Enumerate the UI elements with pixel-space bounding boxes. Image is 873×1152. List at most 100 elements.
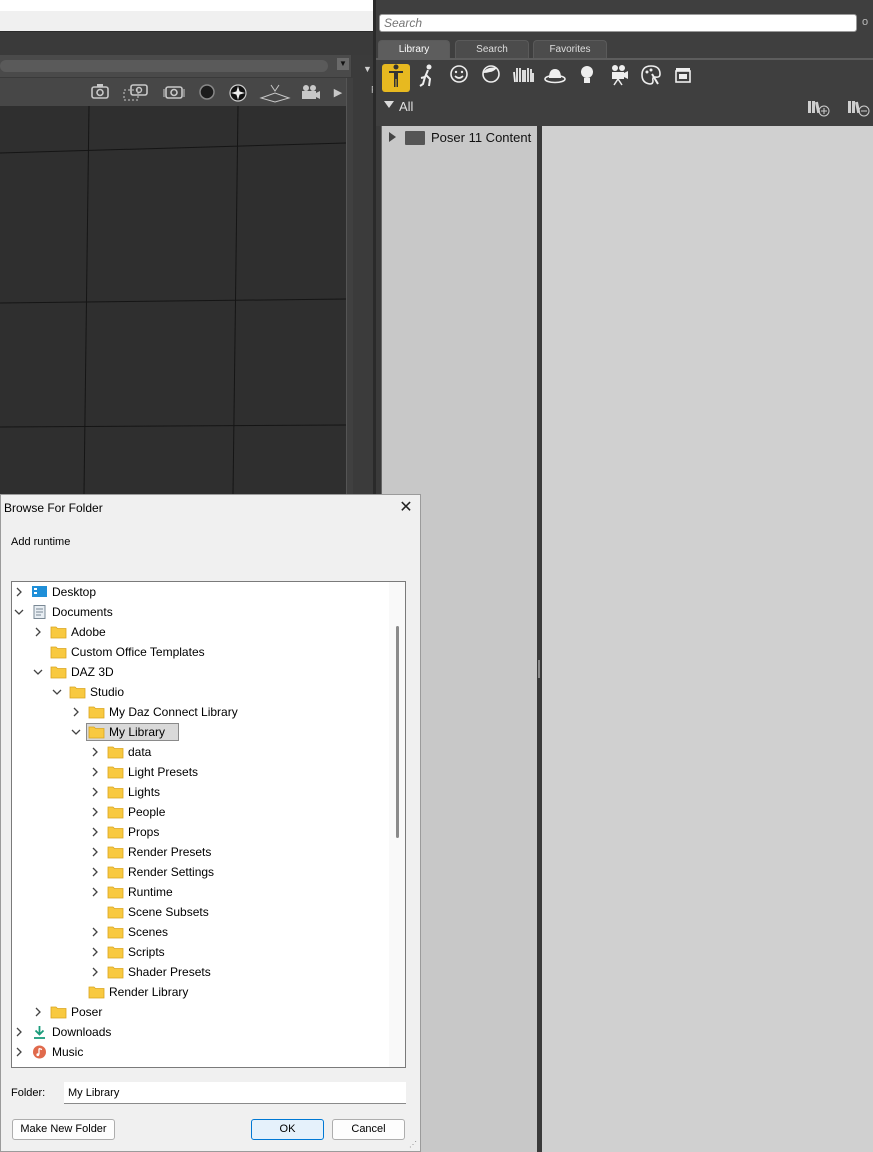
tab-favorites[interactable]: Favorites xyxy=(533,40,607,58)
chevron-right-icon[interactable] xyxy=(90,962,100,982)
folder-icon xyxy=(107,945,124,959)
toolbar-overflow-icon[interactable]: ▶ xyxy=(332,83,344,103)
tree-item[interactable]: People xyxy=(128,802,165,822)
chevron-down-icon[interactable] xyxy=(14,602,24,622)
tree-item[interactable]: Props xyxy=(128,822,159,842)
chevron-down-icon[interactable] xyxy=(71,722,81,742)
viewport-header-scrollbar[interactable] xyxy=(0,60,328,72)
chevron-right-icon[interactable] xyxy=(90,862,100,882)
chevron-right-icon[interactable] xyxy=(14,1042,24,1062)
sphere-icon[interactable] xyxy=(196,83,218,103)
folder-icon xyxy=(50,1005,67,1019)
chevron-right-icon[interactable] xyxy=(90,922,100,942)
tree-item[interactable]: Documents xyxy=(52,602,113,622)
light-sphere-icon[interactable] xyxy=(227,83,249,103)
add-library-icon[interactable] xyxy=(806,99,830,117)
chevron-right-icon[interactable] xyxy=(14,582,24,602)
tree-item[interactable]: Studio xyxy=(90,682,124,702)
tree-item[interactable]: Custom Office Templates xyxy=(71,642,205,662)
tree-item[interactable]: Render Settings xyxy=(128,862,214,882)
tree-item[interactable]: Poser xyxy=(71,1002,102,1022)
tree-item[interactable]: Downloads xyxy=(52,1022,111,1042)
tree-item[interactable]: data xyxy=(128,742,151,762)
chevron-right-icon[interactable] xyxy=(33,1002,43,1022)
expand-arrow-icon[interactable] xyxy=(389,132,396,142)
filter-label[interactable]: All xyxy=(399,99,413,114)
camera-icon[interactable] xyxy=(605,64,633,92)
props-icon[interactable] xyxy=(541,64,569,92)
ok-button[interactable]: OK xyxy=(251,1119,324,1140)
folder-icon xyxy=(88,725,105,739)
chevron-right-icon[interactable] xyxy=(71,702,81,722)
camera-rotate-icon[interactable] xyxy=(163,83,185,103)
tree-item[interactable]: Lights xyxy=(128,782,160,802)
tree-item[interactable]: Light Presets xyxy=(128,762,198,782)
camera-dashed-icon[interactable] xyxy=(123,83,148,103)
tree-item[interactable]: Scripts xyxy=(128,942,165,962)
chevron-right-icon[interactable] xyxy=(90,942,100,962)
splitter-grip-icon[interactable] xyxy=(538,660,540,678)
camera-icon[interactable] xyxy=(89,83,111,103)
figure-icon[interactable] xyxy=(382,64,410,92)
tree-item[interactable]: My Library xyxy=(109,722,165,742)
tree-item[interactable]: Render Library xyxy=(109,982,188,1002)
filter-dropdown-icon[interactable] xyxy=(384,101,394,108)
make-new-folder-button[interactable]: Make New Folder xyxy=(12,1119,115,1140)
tree-item[interactable]: Desktop xyxy=(52,582,96,602)
tree-item[interactable]: Music xyxy=(52,1042,83,1062)
hair-icon[interactable] xyxy=(477,64,505,92)
tree-item[interactable]: Adobe xyxy=(71,622,106,642)
chevron-right-icon[interactable] xyxy=(33,622,43,642)
folder-icon xyxy=(50,665,67,679)
chevron-right-icon[interactable] xyxy=(90,842,100,862)
viewport-menu-button[interactable]: ▼ xyxy=(337,58,349,70)
pane-collapse-arrow[interactable]: ▼ xyxy=(363,64,372,74)
folder-icon xyxy=(107,785,124,799)
face-icon[interactable] xyxy=(445,64,473,92)
tree-item[interactable]: Render Presets xyxy=(128,842,211,862)
tree-item[interactable]: Shader Presets xyxy=(128,962,211,982)
tree-item-poser-content[interactable]: Poser 11 Content xyxy=(431,130,531,145)
title-bar xyxy=(0,0,373,11)
tree-item[interactable]: My Daz Connect Library xyxy=(109,702,238,722)
chevron-right-icon[interactable] xyxy=(90,782,100,802)
tab-library[interactable]: Library xyxy=(378,40,450,58)
tree-item[interactable]: Runtime xyxy=(128,882,173,902)
chevron-down-icon[interactable] xyxy=(33,662,43,682)
tab-search[interactable]: Search xyxy=(455,40,529,58)
folder-icon xyxy=(69,685,86,699)
folder-icon xyxy=(107,825,124,839)
folder-icon xyxy=(107,805,124,819)
cancel-button[interactable]: Cancel xyxy=(332,1119,405,1140)
light-icon[interactable] xyxy=(573,64,601,92)
folder-icon xyxy=(107,845,124,859)
close-icon[interactable]: ✕ xyxy=(398,498,414,518)
library-content-pane[interactable] xyxy=(542,126,873,1152)
folder-input[interactable] xyxy=(64,1082,406,1104)
tree-item[interactable]: Scenes xyxy=(128,922,168,942)
tree-item[interactable]: Scene Subsets xyxy=(128,902,209,922)
plane-icon[interactable] xyxy=(259,83,291,103)
resize-grip-icon[interactable]: ⋰ xyxy=(409,1140,417,1149)
tree-item[interactable]: DAZ 3D xyxy=(71,662,114,682)
search-input[interactable] xyxy=(379,14,857,32)
chevron-right-icon[interactable] xyxy=(90,822,100,842)
chevron-down-icon[interactable] xyxy=(52,682,62,702)
viewport-grid xyxy=(0,105,347,495)
chevron-right-icon[interactable] xyxy=(90,882,100,902)
pose-icon[interactable] xyxy=(413,64,441,92)
scenes-icon[interactable] xyxy=(669,64,697,92)
materials-icon[interactable] xyxy=(637,64,665,92)
folder-icon xyxy=(88,985,105,999)
chevron-right-icon[interactable] xyxy=(90,802,100,822)
tree-scrollbar-thumb[interactable] xyxy=(396,626,399,838)
chevron-right-icon[interactable] xyxy=(90,742,100,762)
hands-icon[interactable] xyxy=(509,64,537,92)
3d-viewport[interactable] xyxy=(0,105,347,495)
chevron-right-icon[interactable] xyxy=(14,1022,24,1042)
menu-bar xyxy=(0,11,373,32)
movie-camera-icon[interactable] xyxy=(299,83,321,103)
chevron-right-icon[interactable] xyxy=(90,762,100,782)
remove-library-icon[interactable] xyxy=(846,99,870,117)
folder-icon xyxy=(107,965,124,979)
